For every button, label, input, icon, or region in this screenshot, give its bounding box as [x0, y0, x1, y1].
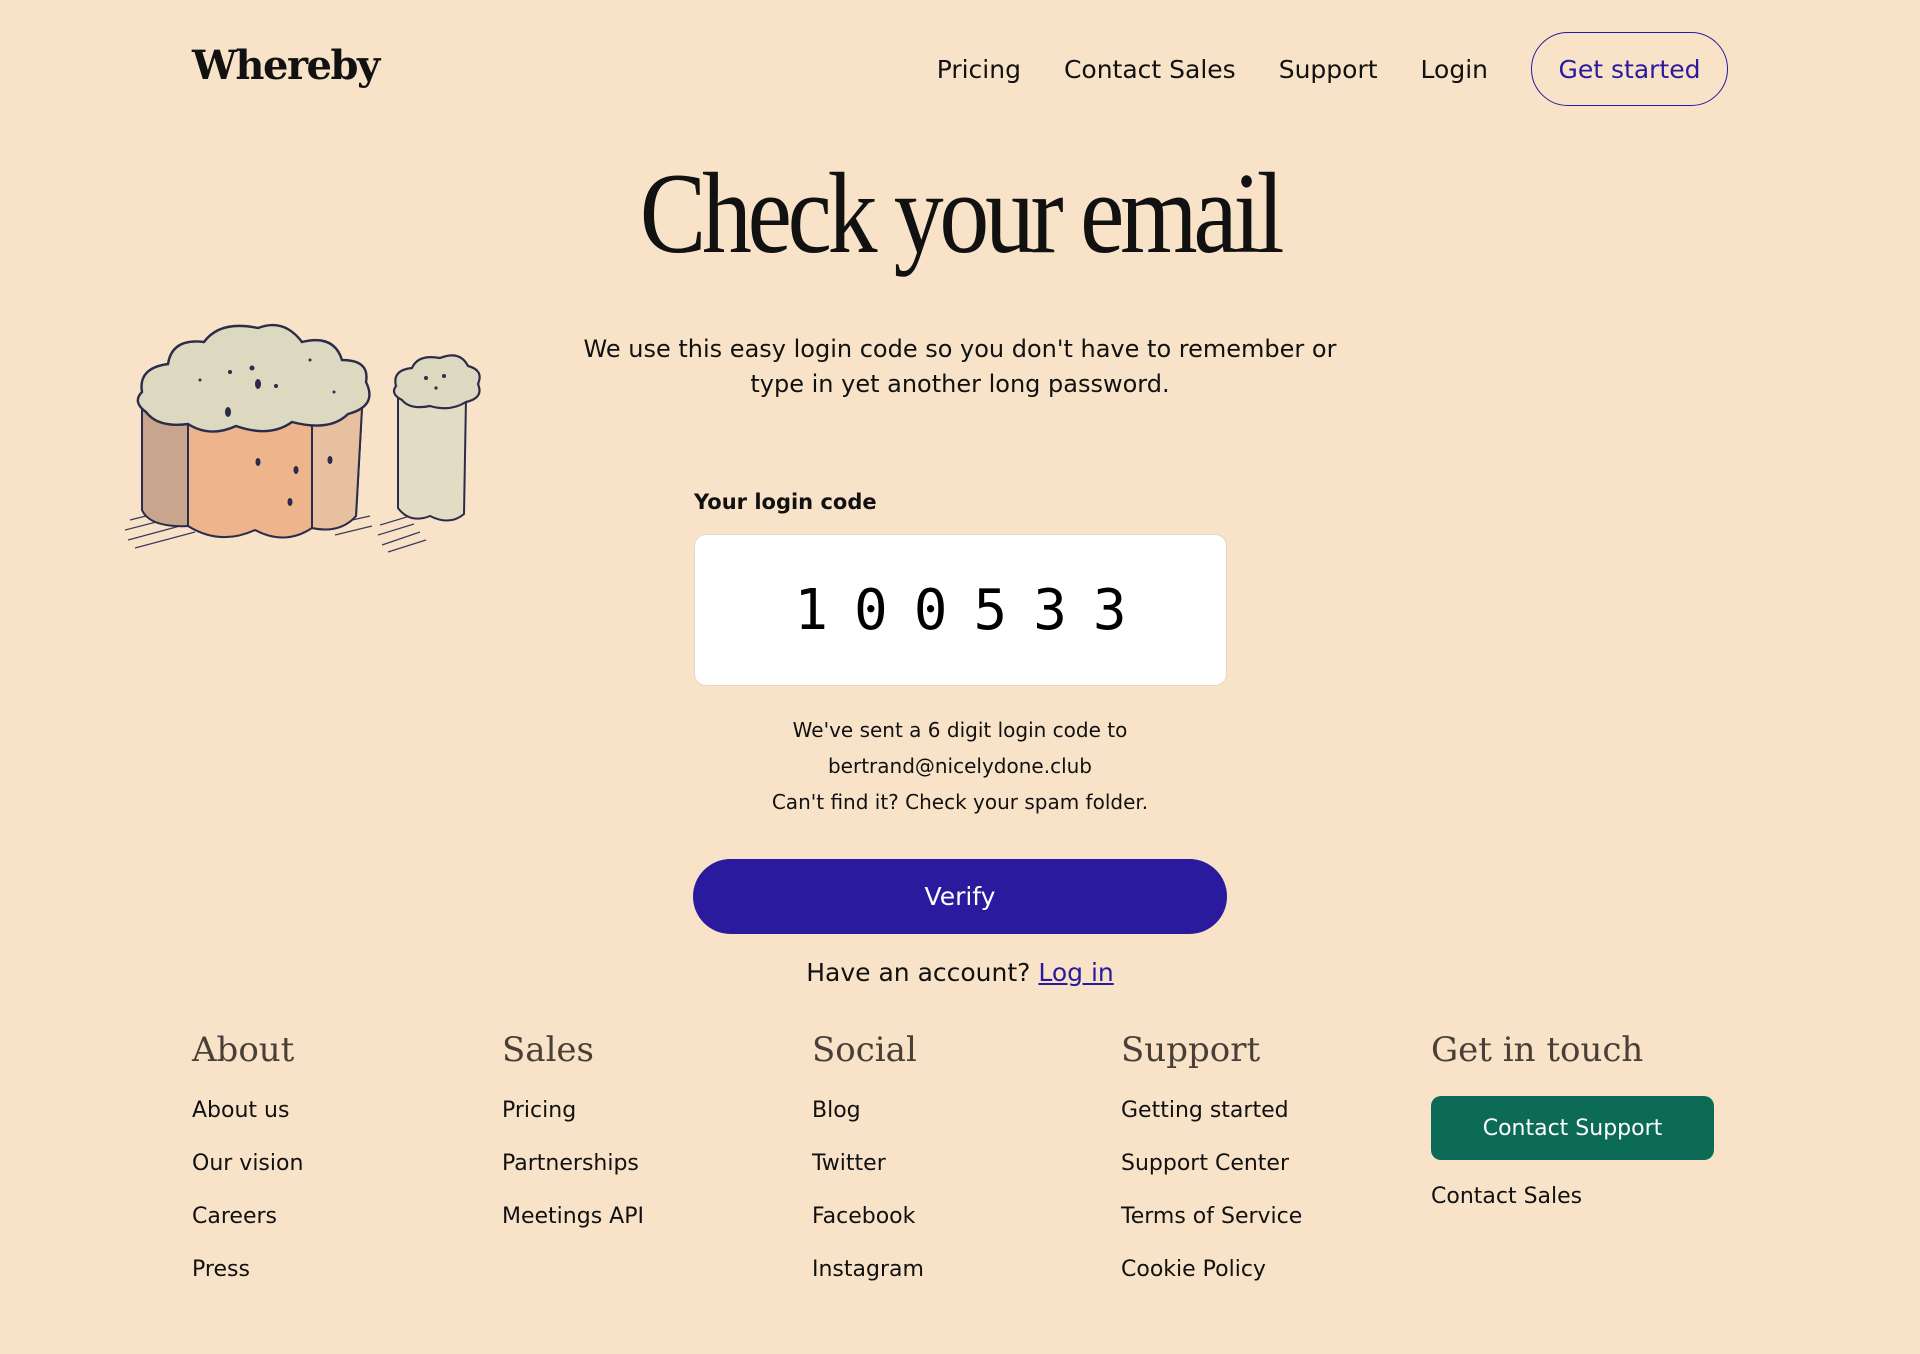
- footer-link-blog[interactable]: Blog: [812, 1096, 1102, 1149]
- account-line: Have an account? Log in: [560, 958, 1360, 987]
- footer-heading-get-in-touch: Get in touch: [1431, 1030, 1644, 1070]
- footer-link-pricing[interactable]: Pricing: [502, 1096, 792, 1149]
- contact-support-button[interactable]: Contact Support: [1431, 1096, 1714, 1160]
- email-address: bertrand@nicelydone.club: [827, 754, 1093, 778]
- footer-heading-social: Social: [812, 1030, 917, 1070]
- footer-get-in-touch: Get in touch Contact Support Contact Sal…: [1431, 1030, 1721, 1235]
- footer-link-facebook[interactable]: Facebook: [812, 1202, 1102, 1255]
- intro-text: We use this easy login code so you don't…: [583, 335, 1337, 398]
- footer-heading-support: Support: [1121, 1030, 1261, 1070]
- footer-link-getting-started[interactable]: Getting started: [1121, 1096, 1411, 1149]
- sent-line: We've sent a 6 digit login code to: [792, 718, 1128, 742]
- sent-info: We've sent a 6 digit login code to bertr…: [660, 712, 1260, 820]
- footer-link-terms-of-service[interactable]: Terms of Service: [1121, 1202, 1411, 1255]
- footer-sales: Sales Pricing Partnerships Meetings API: [502, 1030, 792, 1255]
- footer-link-press[interactable]: Press: [192, 1255, 482, 1308]
- footer-heading-sales: Sales: [502, 1030, 595, 1070]
- footer-link-contact-sales[interactable]: Contact Sales: [1431, 1182, 1721, 1235]
- footer-support: Support Getting started Support Center T…: [1121, 1030, 1411, 1308]
- footer-link-partnerships[interactable]: Partnerships: [502, 1149, 792, 1202]
- login-code-value: 100533: [794, 577, 1153, 643]
- footer-link-twitter[interactable]: Twitter: [812, 1149, 1102, 1202]
- footer-link-meetings-api[interactable]: Meetings API: [502, 1202, 792, 1255]
- spam-hint: Can't find it? Check your spam folder.: [771, 790, 1149, 814]
- footer-link-cookie-policy[interactable]: Cookie Policy: [1121, 1255, 1411, 1308]
- verify-button[interactable]: Verify: [693, 859, 1227, 934]
- top-nav: Pricing Contact Sales Support Login Get …: [937, 32, 1728, 106]
- nav-login[interactable]: Login: [1421, 55, 1488, 84]
- footer-heading-about: About: [192, 1030, 295, 1070]
- page-title: Check your email: [639, 150, 1285, 278]
- whereby-logo[interactable]: Whereby: [192, 42, 380, 89]
- footer-link-careers[interactable]: Careers: [192, 1202, 482, 1255]
- footer-link-about-us[interactable]: About us: [192, 1096, 482, 1149]
- footer-link-our-vision[interactable]: Our vision: [192, 1149, 482, 1202]
- nav-support[interactable]: Support: [1279, 55, 1378, 84]
- footer-social: Social Blog Twitter Facebook Instagram: [812, 1030, 1102, 1308]
- account-prompt: Have an account?: [806, 958, 1031, 987]
- login-code-label: Your login code: [694, 490, 877, 514]
- log-in-link[interactable]: Log in: [1038, 958, 1113, 987]
- cake-illustration: [124, 323, 481, 553]
- nav-contact-sales[interactable]: Contact Sales: [1064, 55, 1236, 84]
- nav-pricing[interactable]: Pricing: [937, 55, 1021, 84]
- login-code-input[interactable]: 100533: [694, 534, 1227, 686]
- footer-link-instagram[interactable]: Instagram: [812, 1255, 1102, 1308]
- footer-about: About About us Our vision Careers Press: [192, 1030, 482, 1308]
- get-started-button[interactable]: Get started: [1531, 32, 1728, 106]
- footer-link-support-center[interactable]: Support Center: [1121, 1149, 1411, 1202]
